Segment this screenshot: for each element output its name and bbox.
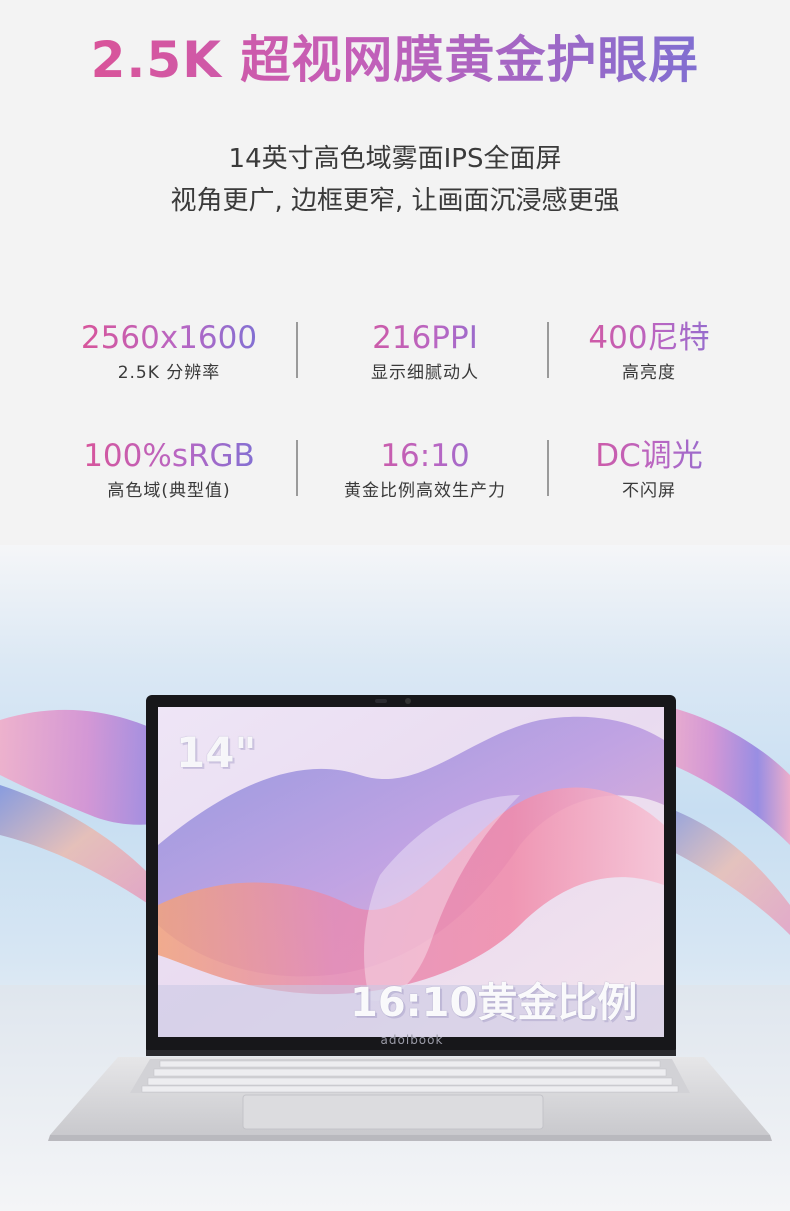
spec-value: 216PPI	[310, 320, 540, 356]
headline: 2.5K 超视网膜黄金护眼屏	[0, 20, 790, 92]
spec-aspect-ratio: 16:10 黄金比例高效生产力	[310, 438, 540, 501]
spec-ppi: 216PPI 显示细腻动人	[310, 320, 540, 383]
spec-value: 400尼特	[534, 320, 764, 356]
spec-value: 100%sRGB	[54, 438, 284, 474]
spec-label: 高亮度	[622, 363, 676, 383]
laptop-illustration	[0, 695, 790, 1211]
spec-label: 显示细腻动人	[371, 363, 479, 383]
spec-label: 不闪屏	[622, 481, 676, 501]
divider	[296, 322, 298, 378]
screen-ratio-label: 16:10黄金比例	[350, 980, 638, 1026]
screen-size-label: 14"	[176, 728, 257, 777]
product-page: 2.5K 超视网膜黄金护眼屏 14英寸高色域雾面IPS全面屏 视角更广, 边框更…	[0, 0, 790, 1211]
spec-label: 高色域(典型值)	[107, 481, 231, 501]
divider	[296, 440, 298, 496]
brand-logo: adolbook	[380, 1033, 444, 1047]
spec-label: 黄金比例高效生产力	[344, 481, 506, 501]
laptop-scene	[0, 545, 790, 1211]
spec-resolution: 2560x1600 2.5K 分辨率	[54, 320, 284, 383]
spec-color-gamut: 100%sRGB 高色域(典型值)	[54, 438, 284, 501]
spec-value: 16:10	[310, 438, 540, 474]
spec-label: 2.5K 分辨率	[117, 363, 221, 383]
subtitle-line-2: 视角更广, 边框更窄, 让画面沉浸感更强	[170, 186, 620, 216]
spec-value: 2560x1600	[54, 320, 284, 356]
spec-brightness: 400尼特 高亮度	[534, 320, 764, 383]
spec-value: DC调光	[534, 438, 764, 474]
subtitle-line-1: 14英寸高色域雾面IPS全面屏	[228, 144, 562, 174]
spec-dc-dimming: DC调光 不闪屏	[534, 438, 764, 501]
